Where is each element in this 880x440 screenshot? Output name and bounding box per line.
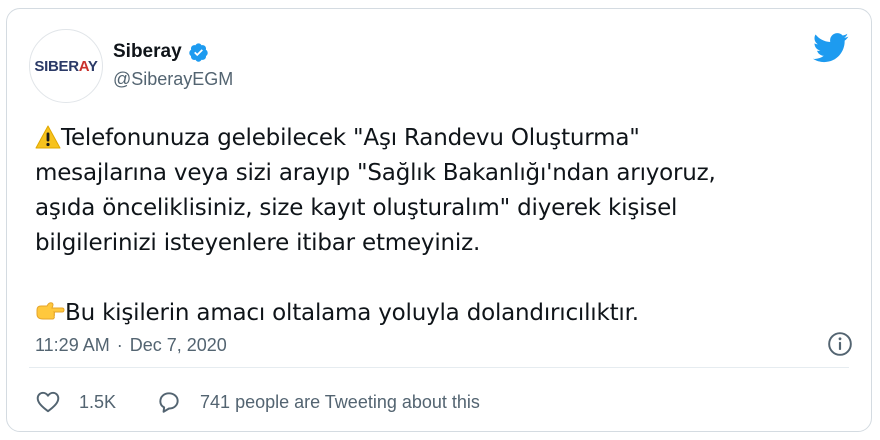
meta-separator: · (116, 335, 123, 355)
avatar[interactable]: SIBERAY (29, 29, 103, 103)
tweet-line: aşıda önceliklisiniz, size kayıt oluştur… (35, 195, 678, 221)
tweet-time[interactable]: 11:29 AM (35, 335, 110, 356)
reply-button[interactable]: 741 people are Tweeting about this (156, 389, 480, 415)
author-name-row[interactable]: Siberay (113, 41, 209, 63)
tweet-text: Telefonunuza gelebilecek "Aşı Randevu Ol… (35, 121, 855, 331)
verified-badge-icon (188, 42, 208, 62)
like-count: 1.5K (79, 391, 117, 412)
avatar-logo-text: SIBERAY (34, 57, 98, 75)
reply-text: 741 people are Tweeting about this (200, 391, 480, 412)
tweet-line: bilgilerinizi isteyenlere itibar etmeyin… (35, 230, 481, 256)
like-button[interactable]: 1.5K (35, 389, 116, 415)
warning-emoji-icon (35, 125, 61, 149)
info-icon[interactable] (827, 331, 853, 357)
tweet-line: Telefonunuza gelebilecek "Aşı Randevu Ol… (35, 121, 855, 156)
divider (29, 367, 849, 368)
pointing-right-emoji-icon (36, 302, 65, 320)
tweet-line: mesajlarına veya sizi arayıp "Sağlık Bak… (35, 160, 716, 186)
tweet-actions: 1.5K 741 people are Tweeting about this (35, 389, 480, 415)
heart-icon (36, 391, 60, 413)
tweet-timestamp[interactable]: 11:29 AM · Dec 7, 2020 (35, 335, 227, 356)
tweet-line: Bu kişilerin amacı oltalama yoluyla dola… (35, 296, 855, 331)
author-display-name[interactable]: Siberay (113, 41, 182, 63)
reply-icon (159, 392, 179, 413)
tweet-date[interactable]: Dec 7, 2020 (130, 335, 227, 356)
author-handle[interactable]: @SiberayEGM (113, 69, 233, 90)
tweet-card[interactable]: SIBERAY Siberay @SiberayEGM Telefonunuza… (6, 8, 872, 432)
twitter-bird-icon[interactable] (813, 33, 849, 63)
